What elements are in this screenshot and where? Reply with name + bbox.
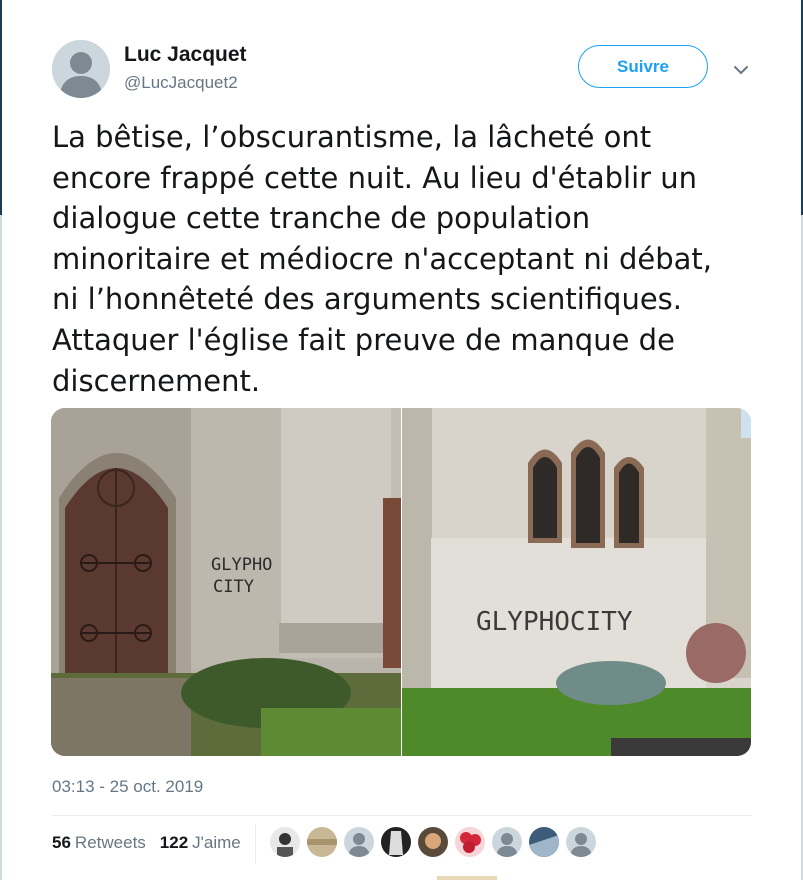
tweet-stats: 56 Retweets 122 J'aime [52, 833, 241, 853]
graffiti-left-line2: CITY [213, 577, 254, 597]
retweets-label: Retweets [74, 833, 146, 852]
follow-button[interactable]: Suivre [578, 45, 708, 88]
liker-avatar[interactable] [418, 827, 448, 857]
liker-avatar[interactable] [381, 827, 411, 857]
likes-stat[interactable]: 122 J'aime [160, 833, 241, 853]
window-edge-left-dark [0, 0, 2, 215]
default-avatar-icon [566, 827, 596, 857]
stats-separator [255, 824, 256, 864]
tweet-timestamp[interactable]: 03:13 - 25 oct. 2019 [52, 777, 203, 797]
likes-count: 122 [159, 833, 189, 852]
likers-list [270, 827, 596, 857]
retweets-count: 56 [52, 833, 71, 852]
liker-avatar[interactable] [492, 827, 522, 857]
graffiti-right: GLYPHOCITY [476, 607, 633, 637]
window-edge-left [0, 215, 2, 880]
default-avatar-icon [52, 40, 110, 98]
photo-church-wall[interactable]: GLYPHOCITY [402, 408, 751, 756]
author-name[interactable]: Luc Jacquet [124, 43, 247, 67]
liker-avatar[interactable] [307, 827, 337, 857]
graffiti-left-line1: GLYPHO [211, 555, 272, 575]
next-content-peek [437, 876, 497, 880]
liker-avatar[interactable] [270, 827, 300, 857]
liker-avatar[interactable] [566, 827, 596, 857]
tweet-media[interactable]: GLYPHO CITY GLYPHOCITY [51, 408, 751, 756]
author-avatar[interactable] [52, 40, 110, 98]
likes-label: J'aime [192, 833, 241, 852]
liker-avatar[interactable] [344, 827, 374, 857]
stats-divider [52, 815, 752, 816]
default-avatar-icon [344, 827, 374, 857]
retweets-stat[interactable]: 56 Retweets [52, 833, 146, 853]
photo-church-door[interactable]: GLYPHO CITY [51, 408, 401, 756]
default-avatar-icon [492, 827, 522, 857]
author-handle[interactable]: @LucJacquet2 [124, 73, 238, 93]
liker-avatar[interactable] [529, 827, 559, 857]
chevron-down-icon[interactable] [731, 60, 751, 80]
tweet-text: La bêtise, l’obscurantisme, la lâcheté o… [52, 120, 713, 398]
liker-avatar[interactable] [455, 827, 485, 857]
